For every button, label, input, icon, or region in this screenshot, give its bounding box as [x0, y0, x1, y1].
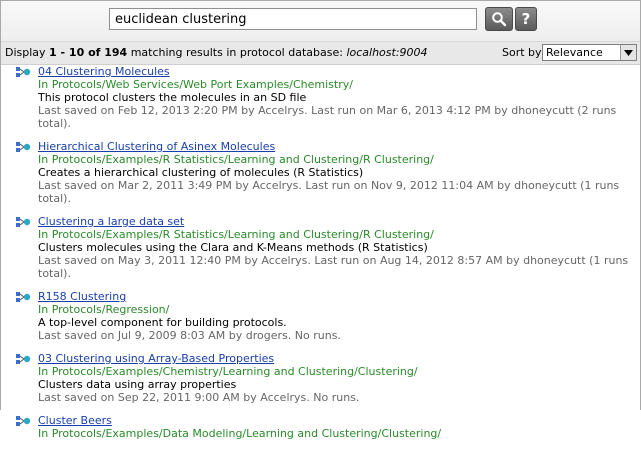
protocol-icon — [16, 142, 31, 152]
chevron-down-icon[interactable] — [620, 45, 636, 60]
protocol-icon — [16, 217, 31, 227]
result-path: In Protocols/Web Services/Web Port Examp… — [38, 78, 353, 91]
result-item: Clustering a large data set In Protocols… — [1, 215, 640, 280]
results-summary-bar: Display 1 - 10 of 194 matching results i… — [1, 42, 640, 65]
search-toolbar: ? — [1, 1, 640, 42]
result-meta: Last saved on Mar 2, 2011 3:49 PM by Acc… — [38, 179, 620, 205]
result-title-link[interactable]: 04 Clustering Molecules — [38, 65, 640, 78]
protocol-icon — [16, 67, 31, 77]
result-title-link[interactable]: Hierarchical Clustering of Asinex Molecu… — [38, 140, 640, 153]
result-description: This protocol clusters the molecules in … — [38, 91, 307, 104]
result-item: R158 Clustering In Protocols/Regression/… — [1, 290, 640, 342]
result-meta: Last saved on Feb 12, 2013 2:20 PM by Ac… — [38, 104, 617, 130]
result-item: 03 Clustering using Array-Based Properti… — [1, 352, 640, 404]
summary-prefix: Display — [5, 46, 50, 59]
result-title-link[interactable]: R158 Clustering — [38, 290, 640, 303]
result-title-link[interactable]: Clustering a large data set — [38, 215, 640, 228]
result-title-link[interactable]: 03 Clustering using Array-Based Properti… — [38, 352, 640, 365]
result-meta: Last saved on Jul 9, 2009 8:03 AM by dro… — [38, 329, 341, 342]
result-description: Clusters data using array properties — [38, 378, 237, 391]
help-label: ? — [521, 10, 531, 28]
result-description: Creates a hierarchical clustering of mol… — [38, 166, 364, 179]
result-path: In Protocols/Examples/R Statistics/Learn… — [38, 228, 434, 241]
database-name: localhost:9004 — [346, 46, 428, 59]
result-title-link[interactable]: Cluster Beers — [38, 414, 640, 427]
help-button[interactable]: ? — [515, 7, 537, 31]
search-button[interactable] — [485, 7, 513, 31]
result-description: Clusters molecules using the Clara and K… — [38, 241, 428, 254]
search-window: ? Display 1 - 10 of 194 matching results… — [0, 0, 641, 440]
sort-selected-value: Relevance — [546, 46, 603, 59]
result-path: In Protocols/Examples/Chemistry/Learning… — [38, 365, 418, 378]
result-path: In Protocols/Examples/Data Modeling/Lear… — [38, 427, 442, 440]
sort-label: Sort by — [502, 46, 542, 59]
search-input[interactable] — [109, 8, 477, 30]
result-range: 1 - 10 of 194 — [49, 46, 128, 59]
protocol-icon — [16, 292, 31, 302]
result-item: Hierarchical Clustering of Asinex Molecu… — [1, 140, 640, 205]
result-item: Cluster Beers In Protocols/Examples/Data… — [1, 414, 640, 440]
results-summary: Display 1 - 10 of 194 matching results i… — [5, 46, 428, 59]
results-list: 04 Clustering Molecules In Protocols/Web… — [1, 65, 640, 450]
sort-select[interactable]: Relevance — [542, 44, 637, 61]
summary-middle: matching results in protocol database: — [127, 46, 347, 59]
result-path: In Protocols/Regression/ — [38, 303, 170, 316]
result-path: In Protocols/Examples/R Statistics/Learn… — [38, 153, 434, 166]
search-icon — [492, 12, 507, 27]
result-description: A top-level component for building proto… — [38, 316, 287, 329]
result-meta: Last saved on Sep 22, 2011 9:00 AM by Ac… — [38, 391, 360, 404]
protocol-icon — [16, 416, 31, 426]
result-item: 04 Clustering Molecules In Protocols/Web… — [1, 65, 640, 130]
protocol-icon — [16, 354, 31, 364]
result-meta: Last saved on May 3, 2011 12:40 PM by Ac… — [38, 254, 629, 280]
